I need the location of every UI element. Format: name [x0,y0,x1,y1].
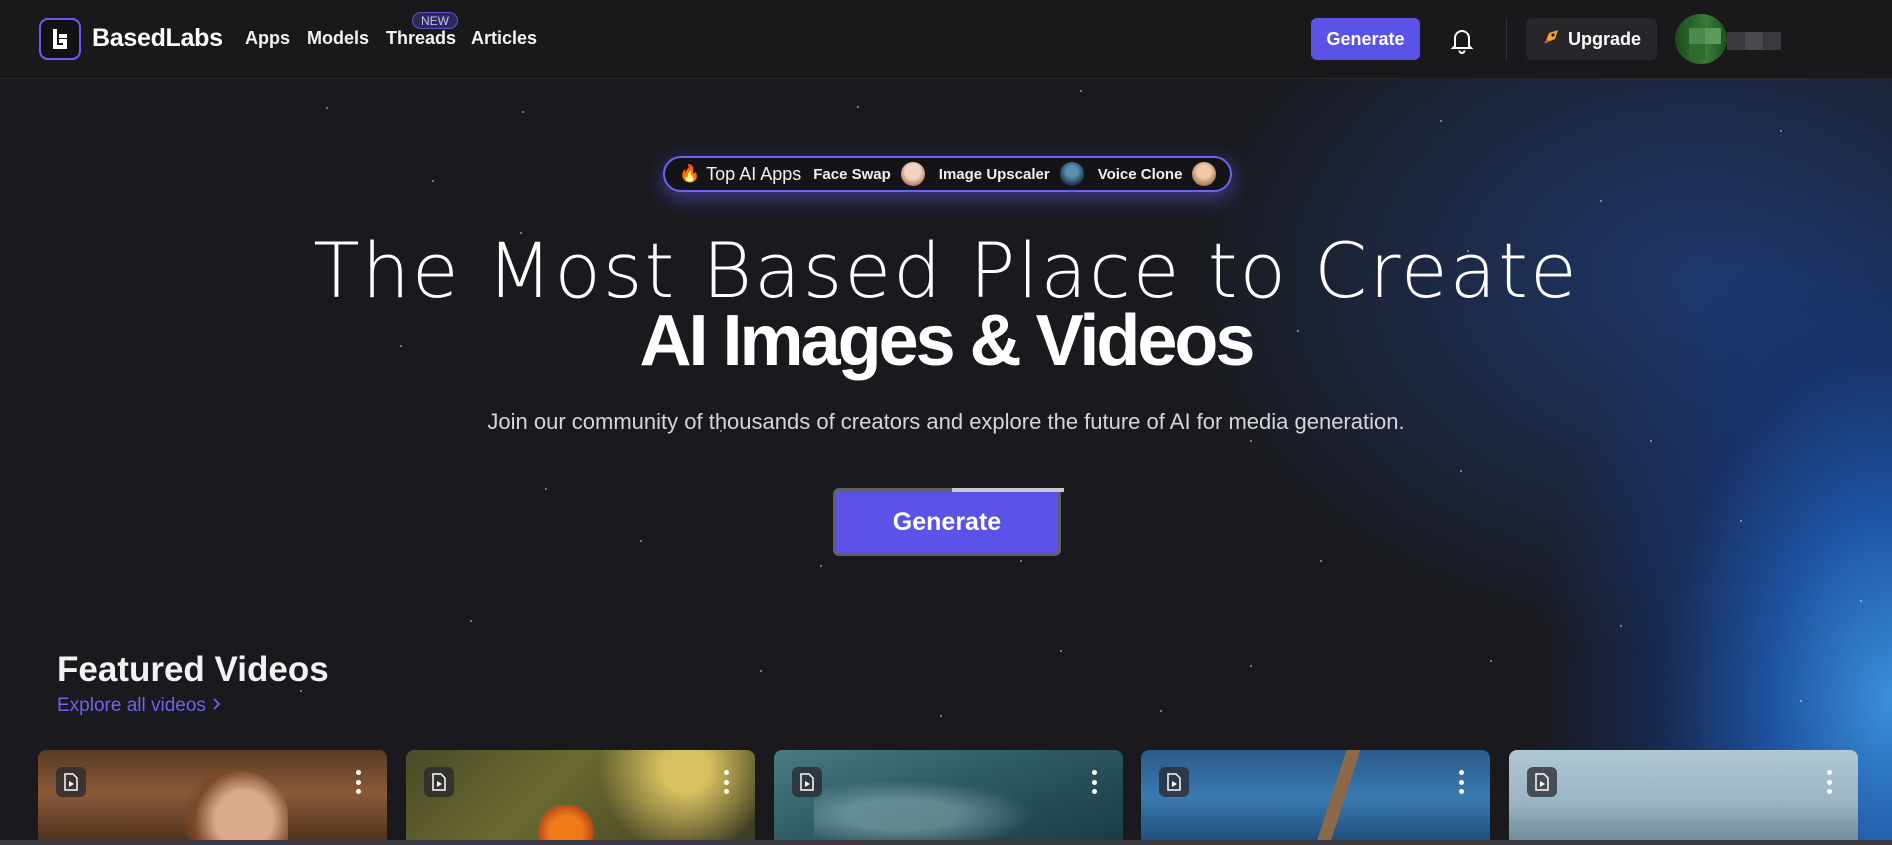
video-thumbnail [814,780,1034,845]
star [470,620,472,622]
video-file-icon [792,767,822,797]
star [1250,665,1252,667]
upgrade-button[interactable]: Upgrade [1526,18,1657,60]
video-card[interactable] [774,750,1123,845]
star [1250,440,1252,442]
video-card[interactable] [1141,750,1490,845]
video-card[interactable] [406,750,755,845]
video-file-icon [1159,767,1189,797]
star [1490,660,1492,662]
nav-threads[interactable]: Threads [386,28,456,49]
fire-icon: 🔥 [679,164,701,183]
star [940,715,942,717]
video-file-icon [424,767,454,797]
app-thumbnail [1192,162,1217,186]
video-thumbnail [1315,750,1361,845]
star [857,106,859,108]
explore-all-videos-link[interactable]: Explore all videos [57,695,223,717]
more-options-icon[interactable] [1091,770,1097,794]
star [1650,440,1652,442]
nav-models[interactable]: Models [307,28,369,49]
ticker-app-image-upscaler[interactable]: Image Upscaler [939,162,1084,186]
hero-title-line2: AI Images & Videos [639,301,1256,381]
more-options-icon[interactable] [1826,770,1832,794]
ticker-app-label: Image Upscaler [938,165,1050,183]
star [640,540,642,542]
username-redacted [1727,32,1781,50]
generate-button-hero[interactable]: Generate [833,488,1064,556]
avatar[interactable] [1675,14,1727,64]
ticker-app-voice-clone[interactable]: Voice Clone [1098,162,1217,186]
ticker-app-face-swap[interactable]: Face Swap [813,162,925,186]
star [1800,700,1802,702]
star [820,565,822,567]
video-card[interactable] [1509,750,1858,845]
star [522,111,524,113]
nav-apps[interactable]: Apps [245,28,290,49]
star [545,488,547,490]
video-thumbnail [536,805,596,845]
top-ai-apps-ticker[interactable]: 🔥 Top AI Apps Face Swap Image Upscaler V… [663,156,1232,192]
star [1460,470,1462,472]
app-thumbnail [1059,162,1084,186]
app-thumbnail [900,162,925,186]
more-options-icon[interactable] [355,770,361,794]
video-file-icon [56,767,86,797]
star [1080,90,1082,92]
star [1320,560,1322,562]
rocket-icon [1542,28,1560,51]
star [1620,625,1622,627]
ticker-app-label: Voice Clone [1097,165,1183,183]
hero-background [0,79,1892,845]
brand-name[interactable]: BasedLabs [92,24,223,53]
video-thumbnail [178,770,288,845]
star [432,180,434,182]
star [1020,560,1022,562]
more-options-icon[interactable] [1458,770,1464,794]
star [1780,130,1782,132]
explore-link-label: Explore all videos [57,695,206,716]
more-options-icon[interactable] [723,770,729,794]
generate-button-label: Generate [892,507,1002,536]
chevron-right-icon [211,695,223,716]
new-badge: NEW [412,12,458,29]
star [1740,520,1742,522]
hero-subtitle: Join our community of thousands of creat… [487,409,1405,434]
horizontal-scrollbar[interactable] [0,840,1892,845]
upgrade-label: Upgrade [1567,28,1641,49]
generate-button-header[interactable]: Generate [1311,18,1420,60]
header-divider [1506,18,1507,60]
star [1160,710,1162,712]
star [1860,600,1862,602]
logo-icon[interactable] [39,18,81,60]
star [760,670,762,672]
bell-icon[interactable] [1447,25,1477,55]
ticker-title: Top AI Apps [706,163,802,184]
star [1600,200,1602,202]
featured-videos-heading: Featured Videos [57,650,329,689]
star [326,107,328,109]
video-card[interactable] [38,750,387,845]
video-file-icon [1527,767,1557,797]
star [300,690,302,692]
nav-articles[interactable]: Articles [471,28,537,49]
top-navigation-bar: BasedLabs Apps Models NEW Threads Articl… [0,0,1892,79]
star [1440,120,1442,122]
ticker-app-label: Face Swap [813,165,891,183]
star [1060,650,1062,652]
